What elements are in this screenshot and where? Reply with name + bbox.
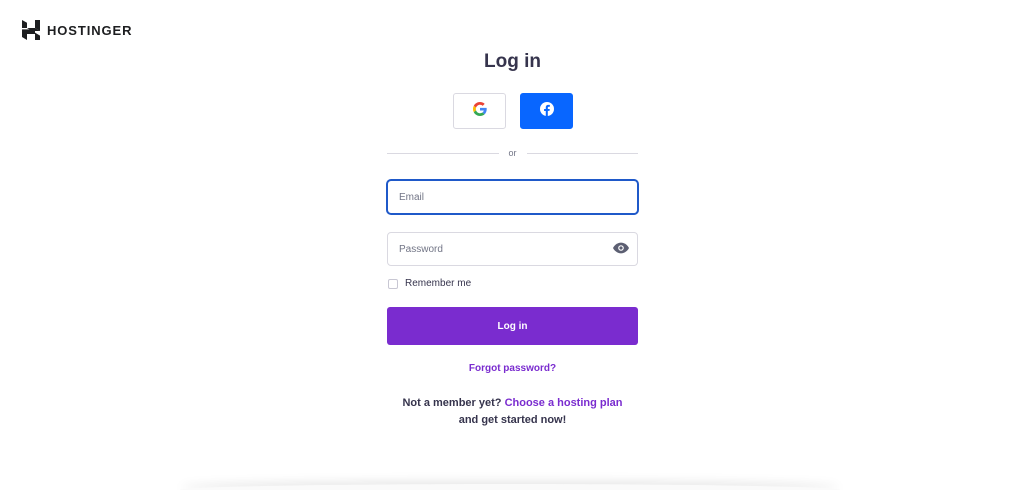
facebook-login-button[interactable] [520,93,573,129]
divider-line-right [526,152,639,154]
signup-prefix: Not a member yet? [402,397,502,409]
divider-text: or [508,148,517,158]
email-input[interactable] [388,181,599,213]
page-title: Log in [484,51,541,72]
bottom-panel-edge [180,484,840,490]
eye-icon[interactable] [613,242,629,254]
signup-suffix: and get started now! [458,414,567,426]
brand[interactable]: HOSTINGER [22,20,132,40]
google-icon [472,101,487,121]
password-field [387,232,638,266]
password-input[interactable] [388,233,599,265]
login-button[interactable]: Log in [387,307,638,345]
login-page: HOSTINGER Log in or Email Remember me Lo… [0,0,1024,490]
or-divider: or [387,148,639,158]
email-field [387,180,638,214]
facebook-icon [539,101,554,121]
social-login [453,93,573,129]
remember-me-checkbox[interactable] [388,278,398,289]
forgot-password-link[interactable]: Forgot password? [387,363,638,374]
remember-me-label[interactable]: Remember me [405,278,471,289]
remember-me: Remember me [388,278,471,289]
choose-plan-link[interactable]: Choose a hosting plan [505,397,623,409]
brand-name: HOSTINGER [47,22,133,38]
hostinger-logo-icon [22,20,40,40]
signup-prompt: Not a member yet? Choose a hosting plan … [367,395,658,429]
google-login-button[interactable] [453,93,506,129]
divider-line-left [387,152,499,154]
